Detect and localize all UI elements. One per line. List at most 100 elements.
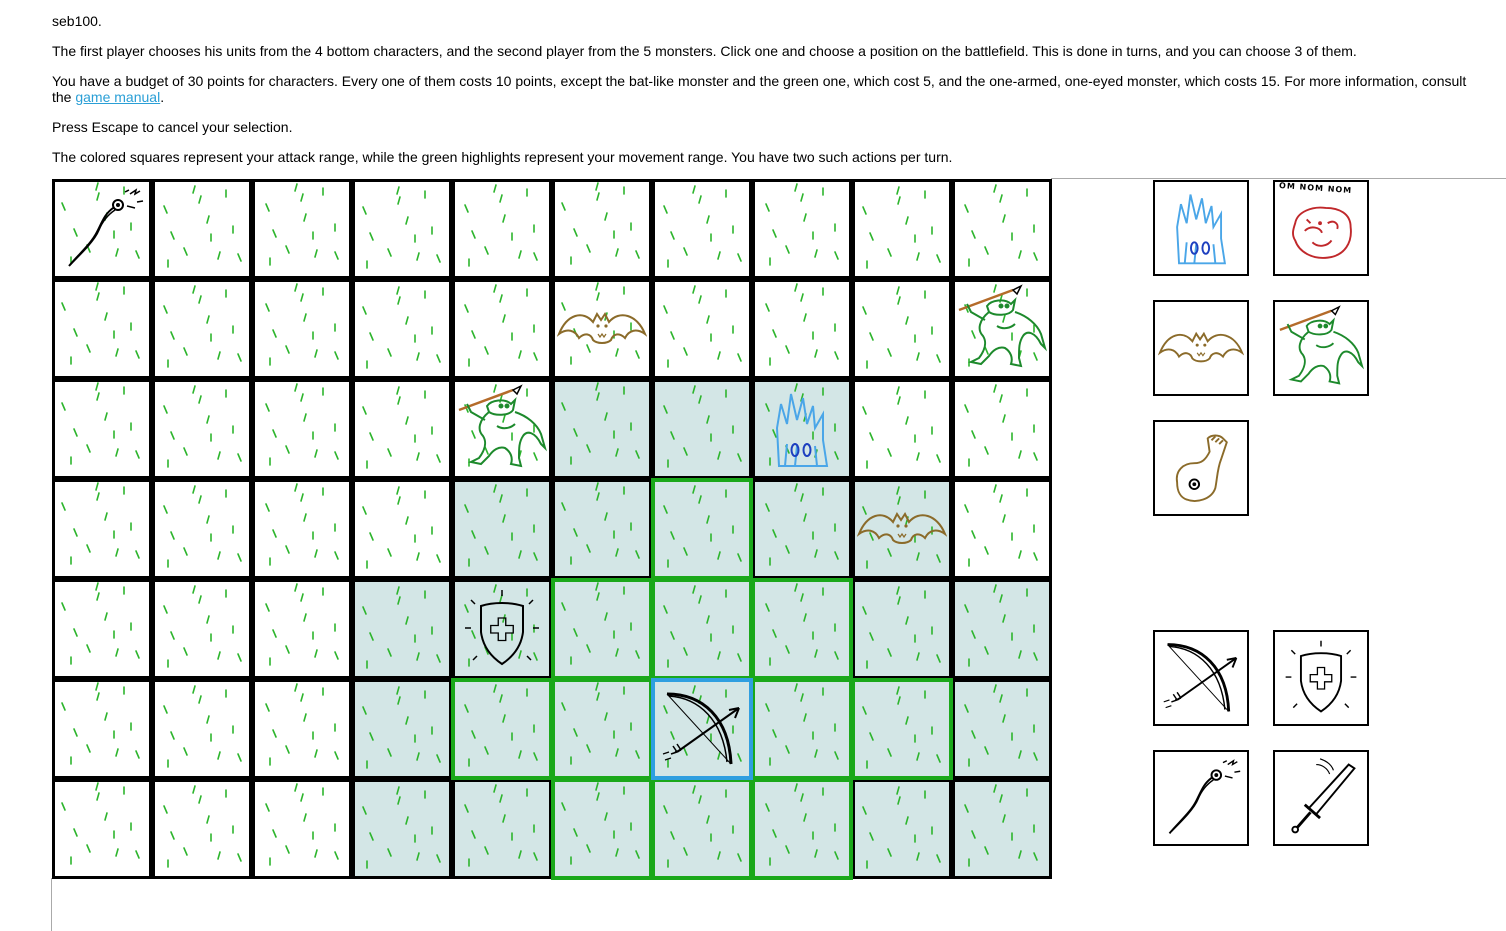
board-unit-ice-crystal-monster-icon[interactable] [757, 384, 847, 474]
grid-cell-attack-range[interactable] [555, 782, 649, 876]
board-unit-bow-icon[interactable] [657, 684, 747, 774]
board-unit-goblin-spear-icon[interactable] [957, 284, 1048, 374]
grid-cell-attack-range[interactable] [755, 782, 849, 876]
grid-cell-attack-range[interactable] [355, 582, 449, 676]
board-unit-bat-monster-icon[interactable] [856, 484, 948, 574]
range-text: The colored squares represent your attac… [52, 149, 953, 165]
grid-cell-attack-range[interactable] [755, 582, 849, 676]
grid-cell[interactable] [255, 282, 349, 376]
grid-cell[interactable] [255, 682, 349, 776]
character-card-sword[interactable] [1273, 750, 1369, 846]
grid-cell[interactable] [755, 282, 849, 376]
grid-cell[interactable] [455, 182, 549, 276]
monster-card-one-eyed-monster[interactable] [1153, 420, 1249, 516]
grid-cell[interactable] [155, 682, 249, 776]
grid-cell-attack-range[interactable] [355, 782, 449, 876]
grid-cell-attack-range[interactable] [555, 382, 649, 476]
grid-cell[interactable] [255, 782, 349, 876]
grid-cell[interactable] [655, 282, 749, 376]
grid-cell[interactable] [155, 382, 249, 476]
escape-text: Press Escape to cancel your selection. [52, 119, 293, 135]
character-card-whip[interactable] [1153, 750, 1249, 846]
board-unit-whip-icon[interactable] [57, 184, 147, 274]
monster-card-ice-crystal-monster[interactable] [1153, 180, 1249, 276]
grid-cell-attack-range[interactable] [455, 782, 549, 876]
goblin-spear-icon [1279, 305, 1364, 385]
grid-cell-attack-range[interactable] [655, 782, 749, 876]
grid-cell[interactable] [955, 482, 1049, 576]
grid-cell[interactable] [155, 782, 249, 876]
board-unit-goblin-spear-icon[interactable] [457, 384, 548, 474]
sword-icon [1291, 758, 1356, 834]
grid-cell[interactable] [55, 382, 149, 476]
grid-cell[interactable] [55, 282, 149, 376]
grid-cell-attack-range[interactable] [755, 482, 849, 576]
grid-cell[interactable] [255, 382, 349, 476]
grid-cell-attack-range[interactable] [855, 582, 949, 676]
grid-cell-attack-range[interactable] [555, 582, 649, 676]
grid-cell[interactable] [155, 582, 249, 676]
rules-text: The first player chooses his units from … [52, 43, 1357, 59]
game-manual-link[interactable]: game manual [75, 89, 160, 105]
grid-cell-attack-range[interactable] [455, 482, 549, 576]
grid-cell[interactable] [455, 282, 549, 376]
grid-cell[interactable] [155, 282, 249, 376]
divider-line [1051, 178, 1506, 179]
grid-cell[interactable] [555, 182, 649, 276]
grid-cell[interactable] [155, 482, 249, 576]
grid-cell-attack-range[interactable] [855, 682, 949, 776]
one-eyed-monster-icon [1175, 434, 1228, 502]
ice-crystal-monster-icon [1176, 194, 1227, 265]
grid-cell-attack-range[interactable] [655, 482, 749, 576]
grid-cell[interactable] [255, 182, 349, 276]
battlefield-grid [52, 179, 1052, 880]
grid-cell[interactable] [355, 382, 449, 476]
grid-cell[interactable] [155, 182, 249, 276]
ice-crystal-monster-icon [775, 393, 829, 467]
grid-cell-attack-range[interactable] [455, 682, 549, 776]
grid-cell[interactable] [55, 482, 149, 576]
grid-cell-attack-range[interactable] [755, 682, 849, 776]
grid-cell[interactable] [955, 182, 1049, 276]
grid-cell-attack-range[interactable] [555, 682, 649, 776]
grid-cell[interactable] [355, 482, 449, 576]
grid-cell[interactable] [855, 182, 949, 276]
board-unit-shield-icon[interactable] [457, 584, 547, 674]
grid-cell[interactable] [55, 782, 149, 876]
grid-cell[interactable] [55, 682, 149, 776]
budget-text: You have a budget of 30 points for chara… [52, 73, 1467, 105]
bat-monster-icon [856, 512, 948, 544]
grid-cell[interactable] [255, 482, 349, 576]
goblin-spear-icon [458, 384, 548, 468]
grid-cell-attack-range[interactable] [955, 782, 1049, 876]
whip-icon [1168, 759, 1241, 834]
grid-cell-attack-range[interactable] [555, 482, 649, 576]
grid-cell-attack-range[interactable] [655, 582, 749, 676]
character-card-shield[interactable] [1273, 630, 1369, 726]
grid-cell[interactable] [255, 582, 349, 676]
grid-cell[interactable] [355, 182, 449, 276]
grid-cell-attack-range[interactable] [655, 382, 749, 476]
monster-card-goblin-spear[interactable] [1273, 300, 1369, 396]
grid-cell[interactable] [855, 382, 949, 476]
grid-cell-attack-range[interactable] [955, 682, 1049, 776]
grid-cell-attack-range[interactable] [855, 782, 949, 876]
grid-cell[interactable] [955, 382, 1049, 476]
grid-cell-attack-range[interactable] [955, 582, 1049, 676]
grid-cell[interactable] [855, 282, 949, 376]
whip-icon [68, 188, 144, 267]
grid-cell[interactable] [755, 182, 849, 276]
shield-icon [1285, 640, 1357, 713]
grid-cell[interactable] [55, 582, 149, 676]
username-text: seb100. [52, 13, 102, 29]
grid-cell-attack-range[interactable] [355, 682, 449, 776]
board-unit-bat-monster-icon[interactable] [556, 284, 648, 374]
character-card-bow[interactable] [1153, 630, 1249, 726]
monster-card-blob-monster[interactable]: OM NOM NOM [1273, 180, 1369, 276]
monster-card-bat-monster[interactable] [1153, 300, 1249, 396]
budget-paragraph: You have a budget of 30 points for chara… [52, 73, 1472, 105]
grid-cell[interactable] [355, 282, 449, 376]
bow-icon [662, 692, 740, 765]
bat-monster-icon [556, 312, 648, 344]
grid-cell[interactable] [655, 182, 749, 276]
